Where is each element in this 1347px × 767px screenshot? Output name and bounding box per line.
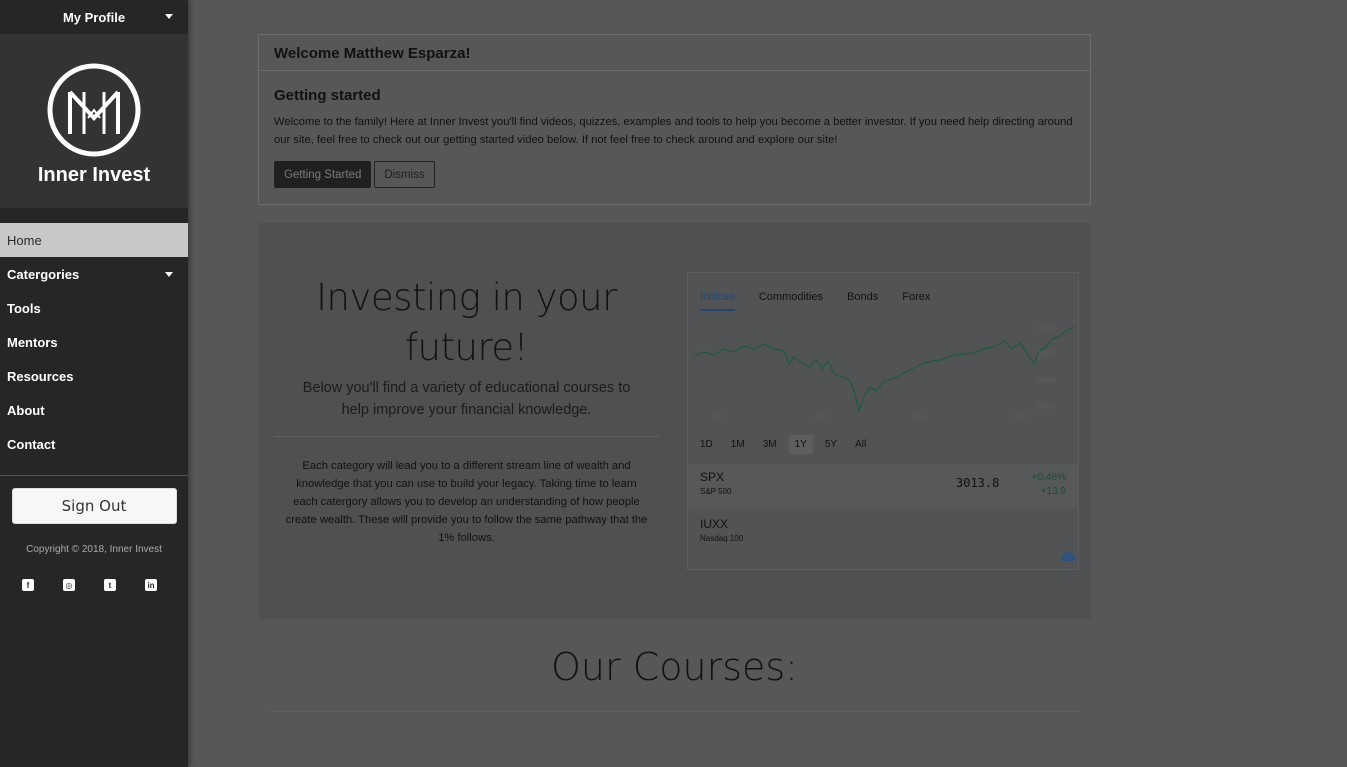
range-all[interactable]: All	[849, 435, 872, 454]
range-1y[interactable]: 1Y	[788, 435, 813, 454]
quote-name: Nasdaq 100	[700, 534, 744, 543]
sidebar-item-mentors[interactable]: Mentors	[0, 325, 188, 359]
hero-title: Investing in your future!	[316, 276, 617, 369]
sidebar-item-label: Resources	[7, 368, 74, 384]
getting-started-title: Getting started	[274, 87, 381, 104]
welcome-body: Getting started Welcome to the family! H…	[259, 71, 1090, 204]
sidebar-item-categories[interactable]: Catergories	[0, 257, 188, 291]
quote-row-iuxx[interactable]: IUXX Nasdaq 100	[688, 511, 1078, 555]
x-axis-label: Jul	[914, 412, 924, 421]
sidebar-item-label: Tools	[7, 300, 41, 316]
sidebar-nav: Home Catergories Tools Mentors Resources…	[0, 223, 188, 461]
y-axis-label: 2800	[1037, 350, 1055, 359]
sidebar-item-about[interactable]: About	[0, 393, 188, 427]
tab-commodities[interactable]: Commodities	[759, 291, 823, 311]
profile-label: My Profile	[62, 9, 126, 25]
quote-name: S&P 500	[700, 487, 732, 496]
facebook-icon[interactable]: f	[22, 579, 34, 591]
tab-forex[interactable]: Forex	[902, 291, 930, 311]
profile-dropdown[interactable]: My Profile	[0, 0, 188, 34]
y-axis-label: 2600	[1037, 376, 1055, 385]
courses-title: Our Courses:	[551, 645, 798, 689]
quote-row-spx[interactable]: SPX S&P 500 3013.8 +0.46% +13.9	[688, 464, 1078, 508]
range-1m[interactable]: 1M	[725, 435, 751, 454]
sidebar-divider	[0, 475, 188, 476]
quote-change: +0.46% +13.9	[1032, 471, 1066, 499]
x-axis-label: Oct	[1014, 412, 1027, 421]
hero-lead: Below you'll find a variety of education…	[302, 380, 631, 418]
market-chart[interactable]: Jan Apr Jul Oct 3000 2800 2600 2400	[694, 319, 1074, 429]
sidebar: My Profile Inner Invest Home Catergories…	[0, 0, 188, 767]
sidebar-item-label: About	[7, 402, 45, 418]
market-tabs: Indices Commodities Bonds Forex	[688, 273, 1078, 311]
sidebar-item-resources[interactable]: Resources	[0, 359, 188, 393]
sidebar-item-tools[interactable]: Tools	[0, 291, 188, 325]
quote-symbol: IUXX	[700, 517, 729, 531]
x-axis-label: Jan	[712, 412, 725, 421]
courses-divider	[271, 711, 1080, 712]
welcome-text: Welcome to the family! Here at Inner Inv…	[274, 116, 1073, 146]
twitter-icon[interactable]: t	[104, 579, 116, 591]
sign-out-button[interactable]: Sign Out	[11, 488, 177, 524]
inner-invest-logo	[47, 63, 141, 157]
hero-text: Each category will lead you to a differe…	[285, 460, 648, 544]
social-links: f ◎ t in	[0, 579, 188, 591]
brand-name: Inner Invest	[37, 164, 151, 186]
hero-divider	[274, 436, 659, 437]
sidebar-item-label: Catergories	[7, 266, 80, 282]
y-axis-label: 3000	[1037, 324, 1055, 333]
instagram-icon[interactable]: ◎	[63, 579, 75, 591]
index-line	[694, 326, 1074, 414]
cloud-icon[interactable]	[1061, 552, 1075, 561]
sidebar-item-label: Mentors	[7, 334, 58, 350]
quote-change-abs: +13.9	[1040, 486, 1066, 497]
quote-symbol: SPX	[700, 470, 725, 484]
copyright: Copyright © 2018, Inner Invest	[26, 544, 162, 555]
range-selector: 1D 1M 3M 1Y 5Y All	[694, 435, 872, 454]
y-axis-label: 2400	[1037, 402, 1055, 411]
linkedin-icon[interactable]: in	[145, 579, 157, 591]
hero-intro: Investing in your future! Below you'll f…	[274, 273, 659, 547]
x-axis-label: Apr	[814, 412, 827, 421]
welcome-card: Welcome Matthew Esparza! Getting started…	[258, 34, 1091, 205]
welcome-actions: Getting Started Dismiss	[274, 161, 1075, 188]
caret-down-icon	[165, 14, 173, 19]
tab-bonds[interactable]: Bonds	[847, 291, 878, 311]
caret-down-icon	[165, 272, 173, 277]
welcome-header: Welcome Matthew Esparza!	[259, 35, 1090, 71]
hero-section: Investing in your future! Below you'll f…	[258, 223, 1091, 619]
market-widget: Indices Commodities Bonds Forex Jan Apr …	[687, 272, 1079, 570]
sidebar-item-home[interactable]: Home	[0, 223, 188, 257]
tab-indices[interactable]: Indices	[700, 291, 735, 311]
sidebar-item-label: Home	[7, 232, 42, 248]
dismiss-button[interactable]: Dismiss	[374, 161, 435, 188]
range-1d[interactable]: 1D	[694, 435, 719, 454]
quote-price: 3013.8	[956, 476, 1000, 490]
getting-started-button[interactable]: Getting Started	[274, 161, 372, 188]
range-5y[interactable]: 5Y	[819, 435, 843, 454]
sidebar-item-label: Contact	[7, 436, 56, 452]
quote-change-pct: +0.46%	[1031, 472, 1066, 483]
brand: Inner Invest	[0, 34, 188, 208]
sidebar-item-contact[interactable]: Contact	[0, 427, 188, 461]
range-3m[interactable]: 3M	[757, 435, 783, 454]
